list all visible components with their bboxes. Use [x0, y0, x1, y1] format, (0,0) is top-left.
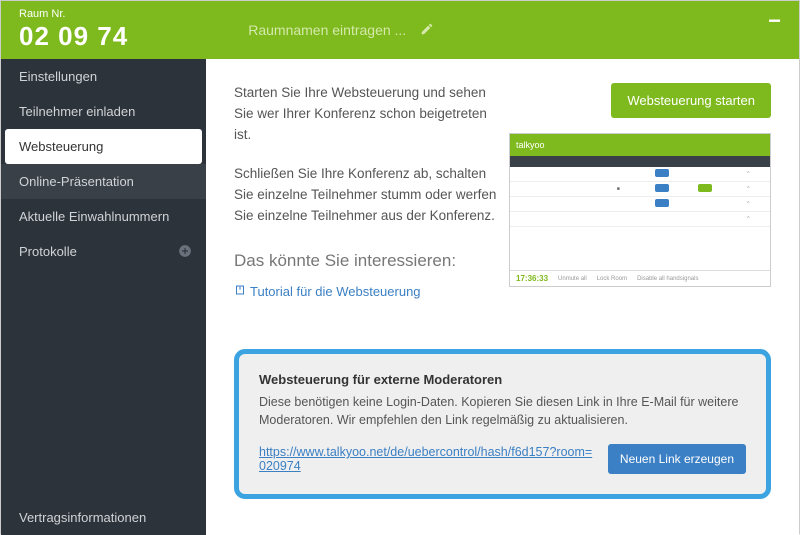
sidebar-item-teilnehmer-einladen[interactable]: Teilnehmer einladen	[1, 94, 206, 129]
table-row: ⌃	[510, 212, 770, 227]
preview-footer-item: Lock Room	[597, 276, 627, 282]
sidebar-item-label: Vertragsinformationen	[19, 510, 146, 525]
callout-heading: Websteuerung für externe Moderatoren	[259, 372, 746, 387]
room-info: Raum Nr. 02 09 74	[19, 8, 128, 52]
sidebar-item-einstellungen[interactable]: Einstellungen	[1, 59, 206, 94]
tutorial-link[interactable]: Tutorial für die Websteuerung	[234, 284, 421, 299]
pencil-icon[interactable]	[420, 22, 434, 39]
sidebar-item-einwahlnummern[interactable]: Aktuelle Einwahlnummern	[1, 199, 206, 234]
intro-para-2: Schließen Sie Ihre Konferenz ab, schalte…	[234, 164, 504, 227]
callout-text: Diese benötigen keine Login-Daten. Kopie…	[259, 393, 746, 431]
preview-time: 17:36:33	[516, 274, 548, 283]
tutorial-link-label: Tutorial für die Websteuerung	[250, 284, 421, 299]
room-label: Raum Nr.	[19, 8, 128, 21]
preview-footer-item: Disable all handsignals	[637, 276, 698, 282]
external-moderator-callout: Websteuerung für externe Moderatoren Die…	[234, 349, 771, 500]
sidebar-item-label: Einstellungen	[19, 69, 97, 84]
sidebar-item-label: Websteuerung	[19, 139, 103, 154]
intro-para-1: Starten Sie Ihre Websteuerung und sehen …	[234, 83, 504, 146]
callout-link-row: https://www.talkyoo.net/de/uebercontrol/…	[259, 444, 746, 474]
sidebar-item-online-praesentation[interactable]: Online-Präsentation	[1, 164, 206, 199]
table-row: ⌃	[510, 197, 770, 212]
preview-footer-item: Unmute all	[558, 276, 587, 282]
generate-link-button[interactable]: Neuen Link erzeugen	[608, 444, 746, 474]
intro-text: Starten Sie Ihre Websteuerung und sehen …	[234, 83, 504, 245]
book-icon	[234, 284, 246, 299]
room-name-input-wrap[interactable]: Raumnamen eintragen ...	[248, 22, 434, 39]
sidebar-item-label: Online-Präsentation	[19, 174, 134, 189]
room-name-placeholder: Raumnamen eintragen ...	[248, 22, 406, 38]
preview-footer: 17:36:33 Unmute all Lock Room Disable al…	[510, 270, 770, 286]
sidebar-item-label: Teilnehmer einladen	[19, 104, 135, 119]
sidebar-item-label: Protokolle	[19, 244, 77, 259]
preview-header: talkyoo	[510, 134, 770, 156]
sidebar-item-label: Aktuelle Einwahlnummern	[19, 209, 169, 224]
table-row: ■⌃	[510, 182, 770, 197]
moderator-url-link[interactable]: https://www.talkyoo.net/de/uebercontrol/…	[259, 445, 596, 473]
minimize-icon[interactable]: −	[768, 15, 781, 26]
sidebar: Einstellungen Teilnehmer einladen Webste…	[1, 59, 206, 535]
content-area: Websteuerung starten Starten Sie Ihre We…	[206, 59, 799, 535]
sidebar-item-websteuerung[interactable]: Websteuerung	[5, 129, 202, 164]
websteuerung-preview: talkyoo ⌃ ■⌃ ⌃ ⌃ 17:36:33 Unmute all Loc…	[509, 133, 771, 287]
table-row: ⌃	[510, 167, 770, 182]
sidebar-item-protokolle[interactable]: Protokolle	[1, 234, 206, 269]
room-number: 02 09 74	[19, 21, 128, 52]
sidebar-item-vertragsinformationen[interactable]: Vertragsinformationen	[1, 500, 206, 535]
preview-logo: talkyoo	[516, 140, 545, 150]
plus-circle-icon[interactable]	[178, 244, 192, 261]
sidebar-spacer	[1, 269, 206, 500]
start-websteuerung-button[interactable]: Websteuerung starten	[611, 83, 771, 118]
app-header: Raum Nr. 02 09 74 Raumnamen eintragen ..…	[1, 1, 799, 59]
app-body: Einstellungen Teilnehmer einladen Webste…	[1, 59, 799, 535]
preview-column-header	[510, 156, 770, 167]
